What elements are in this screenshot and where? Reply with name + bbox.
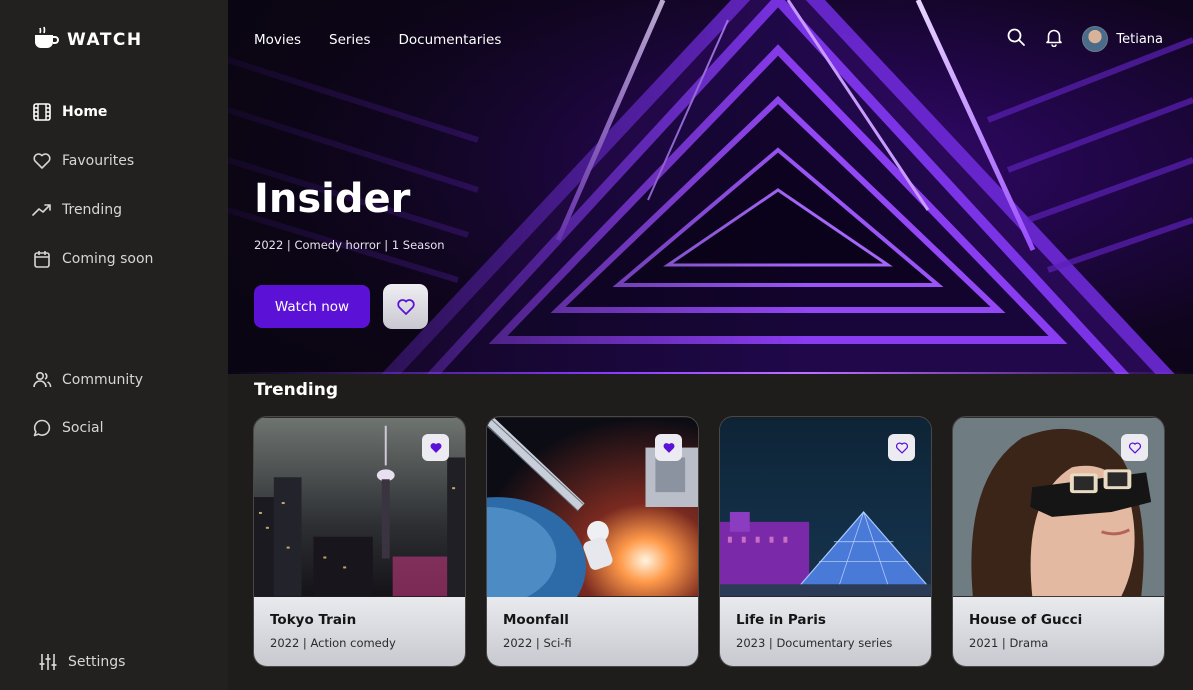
- sidebar-item-label: Coming soon: [62, 251, 154, 267]
- bell-icon[interactable]: [1044, 27, 1064, 51]
- sidebar-item-coming-soon[interactable]: Coming soon: [32, 249, 153, 269]
- nav-series[interactable]: Series: [329, 32, 371, 48]
- card-title: Moonfall: [503, 612, 569, 628]
- card-meta: 2022 | Action comedy: [270, 636, 396, 650]
- avatar: [1082, 26, 1109, 52]
- heart-icon: [663, 442, 674, 453]
- top-nav: Movies Series Documentaries: [254, 32, 501, 48]
- card-meta: 2022 | Sci-fi: [503, 636, 572, 650]
- header-actions: Tetiana: [1006, 26, 1163, 52]
- hero-divider: [228, 372, 1193, 374]
- card-favourite-button[interactable]: [422, 434, 449, 461]
- card-favourite-button[interactable]: [888, 434, 915, 461]
- hero-title: Insider: [254, 176, 411, 222]
- heart-icon: [895, 441, 908, 454]
- cup-icon: [33, 26, 59, 54]
- sidebar-item-favourites[interactable]: Favourites: [32, 151, 134, 171]
- card-info: Life in Paris 2023 | Documentary series: [720, 597, 931, 666]
- sidebar-item-social[interactable]: Social: [32, 418, 104, 438]
- search-icon[interactable]: [1006, 27, 1026, 51]
- sidebar: WATCH Home Favourites Trending Coming so…: [0, 0, 228, 690]
- users-icon: [33, 371, 52, 388]
- card-meta: 2023 | Documentary series: [736, 636, 893, 650]
- section-title-trending: Trending: [254, 380, 339, 400]
- brand-name: WATCH: [67, 30, 143, 50]
- sidebar-item-label: Favourites: [62, 153, 135, 169]
- sidebar-item-label: Social: [62, 420, 104, 436]
- heart-icon: [33, 153, 51, 169]
- sidebar-item-label: Community: [62, 372, 144, 388]
- heart-icon: [1128, 441, 1141, 454]
- movie-card-moonfall[interactable]: Moonfall 2022 | Sci-fi: [486, 416, 699, 667]
- settings-label: Settings: [68, 654, 126, 670]
- settings-button[interactable]: Settings: [38, 652, 125, 672]
- card-info: House of Gucci 2021 | Drama: [953, 597, 1164, 666]
- card-meta: 2021 | Drama: [969, 636, 1049, 650]
- user-name: Tetiana: [1116, 31, 1163, 47]
- hero-meta: 2022 | Comedy horror | 1 Season: [254, 238, 445, 252]
- sidebar-item-label: Trending: [62, 202, 122, 218]
- nav-movies[interactable]: Movies: [254, 32, 301, 48]
- favourite-button[interactable]: [383, 284, 428, 329]
- trending-list: Tokyo Train 2022 | Action comedy Moonfal…: [253, 416, 1165, 667]
- heart-icon: [430, 442, 441, 453]
- chat-icon: [33, 419, 51, 437]
- film-icon: [33, 103, 51, 121]
- brand-logo[interactable]: WATCH: [33, 26, 143, 54]
- sidebar-item-trending[interactable]: Trending: [32, 200, 122, 220]
- movie-card-tokyo-train[interactable]: Tokyo Train 2022 | Action comedy: [253, 416, 466, 667]
- sidebar-item-label: Home: [62, 104, 108, 120]
- movie-card-life-in-paris[interactable]: Life in Paris 2023 | Documentary series: [719, 416, 932, 667]
- card-info: Tokyo Train 2022 | Action comedy: [254, 597, 465, 666]
- sidebar-item-community[interactable]: Community: [32, 370, 143, 390]
- sliders-icon: [39, 654, 57, 670]
- card-favourite-button[interactable]: [655, 434, 682, 461]
- sidebar-item-home[interactable]: Home: [32, 102, 107, 122]
- calendar-icon: [34, 251, 50, 268]
- nav-documentaries[interactable]: Documentaries: [399, 32, 502, 48]
- heart-icon: [396, 298, 415, 315]
- card-title: Tokyo Train: [270, 612, 357, 628]
- card-info: Moonfall 2022 | Sci-fi: [487, 597, 698, 666]
- user-menu[interactable]: Tetiana: [1082, 26, 1163, 52]
- card-title: House of Gucci: [969, 612, 1083, 628]
- card-title: Life in Paris: [736, 612, 826, 628]
- card-favourite-button[interactable]: [1121, 434, 1148, 461]
- watch-now-button[interactable]: Watch now: [254, 285, 370, 328]
- trending-icon: [32, 204, 51, 216]
- movie-card-house-of-gucci[interactable]: House of Gucci 2021 | Drama: [952, 416, 1165, 667]
